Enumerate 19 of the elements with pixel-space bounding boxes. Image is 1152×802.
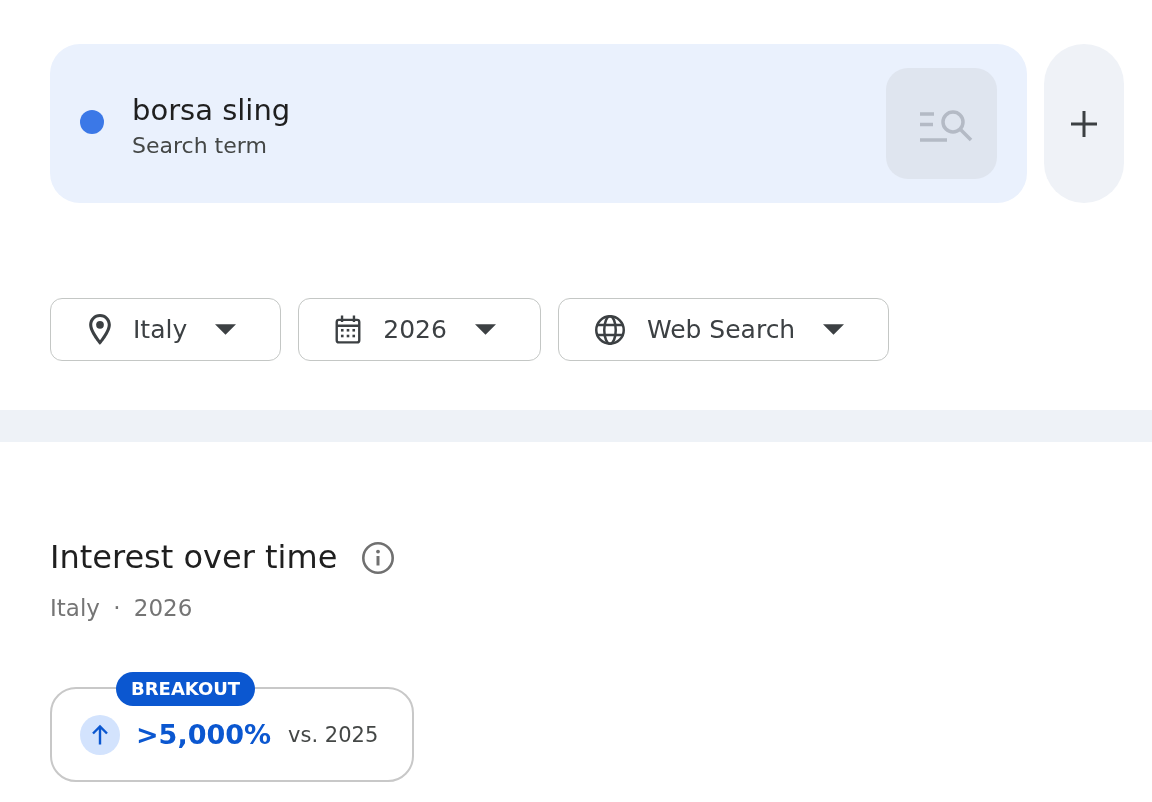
- filter-dropdown[interactable]: 2026: [298, 298, 541, 361]
- plus-icon: [1071, 110, 1097, 137]
- section-title: Interest over time: [50, 537, 338, 577]
- filter-dropdown[interactable]: Web Search: [557, 298, 890, 361]
- search-term[interactable]: borsa sling: [132, 91, 291, 128]
- arrow-up-icon: [80, 714, 120, 755]
- percent-change: >5,000%: [136, 719, 272, 750]
- caret-icon: [474, 324, 496, 335]
- filter-dropdown[interactable]: Italy: [50, 298, 282, 361]
- calendar-icon: [335, 315, 362, 344]
- globe-icon: [594, 314, 625, 345]
- comparison-period: vs. 2025: [288, 722, 379, 747]
- location-pin-icon: [89, 314, 111, 345]
- breakout-tag: BREAKOUT: [116, 672, 256, 706]
- section-subtitle: Italy · 2026: [50, 594, 193, 623]
- caret-icon: [823, 324, 845, 335]
- info-icon[interactable]: [362, 542, 395, 574]
- caret-icon: [215, 324, 237, 335]
- search-term-type: Search term: [132, 131, 267, 160]
